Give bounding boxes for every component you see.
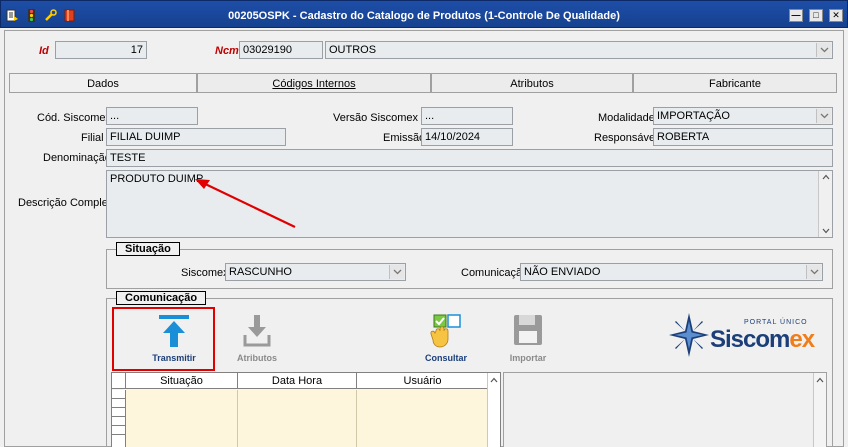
scroll-down-icon[interactable]	[822, 228, 830, 234]
modalidade-value: IMPORTAÇÃO	[657, 110, 730, 122]
compass-star-icon	[669, 313, 709, 357]
cod-siscomex-field[interactable]: ...	[106, 107, 198, 125]
grid-column-header[interactable]: Usuário	[357, 373, 488, 389]
responsavel-field[interactable]: ROBERTA	[653, 128, 833, 146]
tab-fabricante[interactable]: Fabricante	[633, 73, 837, 93]
denominacao-field[interactable]: TESTE	[106, 149, 833, 167]
tab-codigos-internos[interactable]: Códigos Internos	[197, 73, 431, 93]
scroll-up-icon[interactable]	[822, 174, 830, 180]
grid-column-header[interactable]: Situação	[126, 373, 238, 389]
checklist-click-icon	[430, 314, 461, 348]
tab-atributos[interactable]: Atributos	[431, 73, 633, 93]
comunicacao-status-value: NÃO ENVIADO	[524, 266, 601, 278]
modalidade-label: Modalidade	[598, 112, 655, 124]
window-title: 00205OSPK - Cadastro do Catalogo de Prod…	[228, 10, 620, 22]
logo-title: Siscomex	[710, 326, 815, 353]
descricao-completa-value: PRODUTO DUIMP	[110, 173, 204, 185]
situacao-siscomex-value: RASCUNHO	[229, 266, 292, 278]
chevron-down-icon[interactable]	[806, 265, 821, 279]
filial-field[interactable]: FILIAL DUIMP	[106, 128, 286, 146]
window-titlebar: 00205OSPK - Cadastro do Catalogo de Prod…	[0, 0, 848, 28]
highlight-box	[112, 307, 215, 371]
emissao-field[interactable]: 14/10/2024	[421, 128, 513, 146]
responsavel-label: Responsável	[594, 132, 658, 144]
comunicacao-status-label: Comunicação	[461, 267, 529, 279]
window-controls: — □ ✕	[789, 9, 843, 22]
filial-label: Filial	[81, 132, 104, 144]
download-tray-icon	[243, 315, 271, 347]
situacao-siscomex-label: Siscomex	[181, 267, 229, 279]
comunicacao-detail-panel[interactable]	[503, 372, 827, 447]
situacao-siscomex-select[interactable]: RASCUNHO	[225, 263, 406, 281]
denominacao-label: Denominação	[43, 152, 111, 164]
id-field[interactable]: 17	[55, 41, 147, 59]
comunicacao-group-title: Comunicação	[116, 291, 207, 305]
tab-bar: Dados Códigos Internos Atributos Fabrica…	[9, 73, 837, 93]
tab-label: Fabricante	[709, 77, 761, 90]
grid-scrollbar[interactable]	[487, 373, 500, 447]
tab-label: Códigos Internos	[272, 77, 356, 90]
comunicacao-status-select[interactable]: NÃO ENVIADO	[520, 263, 823, 281]
chevron-down-icon[interactable]	[816, 43, 831, 57]
logo-subtitle: PORTAL ÚNICO	[744, 319, 808, 326]
floppy-disk-icon	[514, 315, 542, 345]
chevron-down-icon[interactable]	[389, 265, 404, 279]
id-label: Id	[39, 45, 49, 57]
grid-row-indicator-header	[112, 373, 126, 389]
maximize-button[interactable]: □	[809, 9, 823, 22]
grid-header-row: Situação Data Hora Usuário	[112, 373, 488, 389]
annotation-arrow-icon	[195, 179, 296, 228]
textarea-scrollbar[interactable]	[818, 171, 832, 237]
situacao-group-title: Situação	[116, 242, 180, 256]
atributos-label: Atributos	[237, 353, 277, 363]
ncm-label: Ncm	[215, 45, 239, 57]
tab-label: Atributos	[510, 77, 554, 90]
tab-dados[interactable]: Dados	[9, 73, 197, 93]
consultar-label: Consultar	[424, 353, 467, 363]
cod-siscomex-label: Cód. Siscomex	[37, 112, 111, 124]
detail-scrollbar[interactable]	[813, 373, 826, 447]
modalidade-select[interactable]: IMPORTAÇÃO	[653, 107, 833, 125]
minimize-button[interactable]: —	[789, 9, 803, 22]
versao-siscomex-label: Versão Siscomex	[333, 112, 418, 124]
importar-button[interactable]: Importar	[499, 313, 557, 363]
tab-divider	[9, 92, 837, 93]
scroll-up-icon[interactable]	[816, 377, 824, 383]
grid-row-indicator-column	[112, 390, 126, 447]
descricao-completa-label: Descrição Completa	[18, 197, 118, 209]
siscomex-logo: PORTAL ÚNICO Siscomex	[668, 312, 828, 358]
ncm-description-value: OUTROS	[329, 44, 377, 56]
emissao-label: Emissão	[383, 132, 426, 144]
tab-label: Dados	[87, 77, 119, 90]
chevron-down-icon[interactable]	[816, 109, 831, 123]
form-panel: Id 17 Ncm 03029190 OUTROS Dados Códigos …	[4, 30, 844, 447]
grid-column-divider	[237, 390, 238, 447]
ncm-code-field[interactable]: 03029190	[239, 41, 323, 59]
scroll-up-icon[interactable]	[490, 377, 498, 383]
versao-siscomex-field[interactable]: ...	[421, 107, 513, 125]
ncm-description-select[interactable]: OUTROS	[325, 41, 833, 59]
consultar-button[interactable]: Consultar	[416, 313, 476, 363]
importar-label: Importar	[509, 353, 547, 363]
ncm-code-value: 03029190	[243, 44, 292, 56]
comunicacao-history-grid[interactable]: Situação Data Hora Usuário	[111, 372, 501, 447]
atributos-button[interactable]: Atributos	[229, 313, 285, 363]
close-button[interactable]: ✕	[829, 9, 843, 22]
grid-column-header[interactable]: Data Hora	[238, 373, 357, 389]
grid-column-divider	[356, 390, 357, 447]
